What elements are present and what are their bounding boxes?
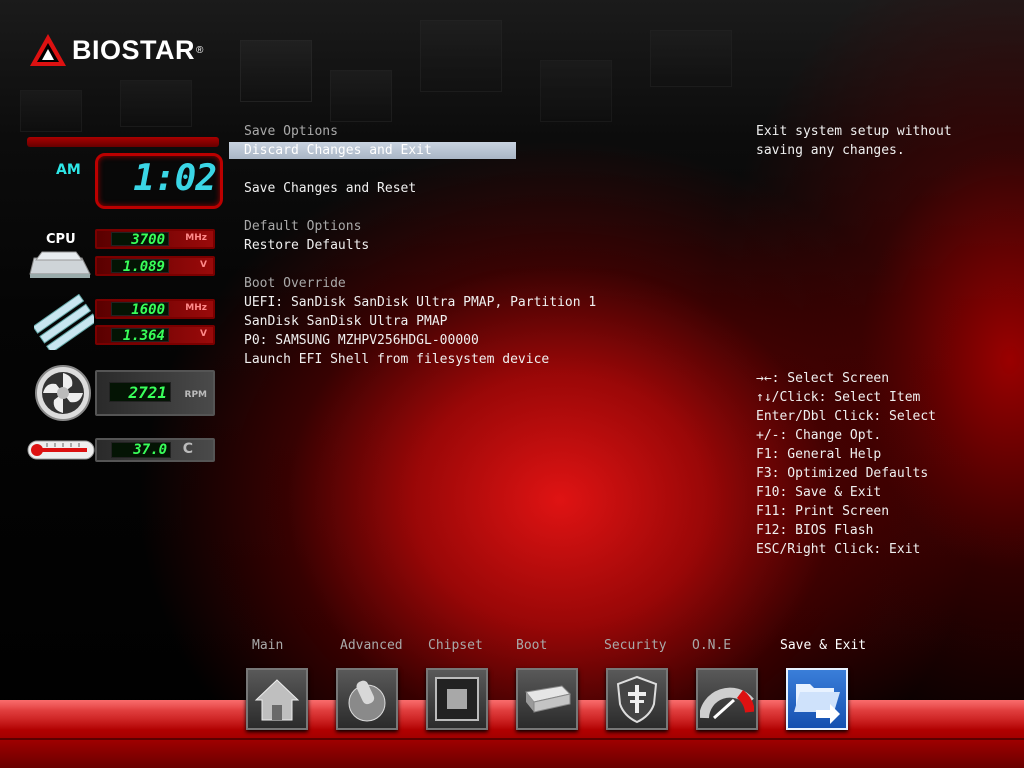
brand-name: BIOSTAR [72,34,195,65]
memory-modules-icon [32,293,98,354]
decorative-block [540,60,612,122]
restore-defaults-item[interactable]: Restore Defaults [244,236,369,255]
floor-line [0,738,1024,740]
discard-changes-and-exit-label: Discard Changes and Exit [244,143,432,158]
key-hint: →←: Select Screen [756,371,890,386]
biostar-logo-icon [28,32,68,68]
monitor-header-bar [27,137,219,147]
save-changes-and-reset-item[interactable]: Save Changes and Reset [244,179,416,198]
fan-speed-display: 2721 RPM [95,370,215,416]
discard-changes-and-exit-item[interactable]: Discard Changes and Exit [229,142,516,159]
chip-icon [435,677,479,721]
memory-voltage-unit: V [200,329,207,339]
clock-ampm: AM [56,162,81,178]
tab-main[interactable] [246,668,308,730]
key-hint: ESC/Right Click: Exit [756,542,921,557]
temperature-unit: C [182,441,193,457]
key-hint: ↑↓/Click: Select Item [756,390,921,405]
cpu-frequency-value: 3700 [111,232,169,247]
shield-icon [616,675,658,724]
key-hint: F3: Optimized Defaults [756,466,929,481]
memory-frequency-display: 1600 MHz [95,299,215,319]
fan-speed-unit: RPM [184,390,207,400]
tab-chipset-label[interactable]: Chipset [428,636,483,655]
speedometer-icon [700,687,754,720]
tab-boot[interactable] [516,668,578,730]
tab-boot-label[interactable]: Boot [516,636,547,655]
folder-exit-icon [794,684,840,724]
key-hint: F11: Print Screen [756,504,890,519]
decorative-block [330,70,392,122]
tab-security-label[interactable]: Security [604,636,667,655]
tab-advanced-label[interactable]: Advanced [340,636,403,655]
tab-save-exit[interactable] [786,668,848,730]
help-description: Exit system setup without [756,124,952,139]
cpu-voltage-display: 1.089 V [95,256,215,276]
home-icon [254,679,300,721]
help-description: saving any changes. [756,143,905,158]
tab-advanced[interactable] [336,668,398,730]
key-hint: F1: General Help [756,447,882,462]
boot-override-item[interactable]: P0: SAMSUNG MZHPV256HDGL-00000 [244,331,479,350]
save-options-header: Save Options [244,124,338,139]
drive-icon [525,685,571,713]
key-hint: F12: BIOS Flash [756,523,874,538]
cpu-frequency-unit: MHz [185,233,207,243]
decorative-block [20,90,82,132]
key-hint: +/-: Change Opt. [756,428,882,443]
toggle-switch-icon [348,680,386,722]
fan-speed-value: 2721 [109,382,171,402]
default-options-header: Default Options [244,219,362,234]
fan-icon [34,364,92,426]
clock-display: 1:02 [95,153,223,209]
biostar-logo: BIOSTAR ® [28,30,203,70]
clock-time: 1:02 [133,158,217,199]
boot-override-item[interactable]: UEFI: SanDisk SanDisk Ultra PMAP, Partit… [244,293,596,312]
key-hint: F10: Save & Exit [756,485,882,500]
decorative-block [650,30,732,87]
temperature-display: 37.0 C [95,438,215,462]
trademark-symbol: ® [196,44,204,56]
cpu-frequency-display: 3700 MHz [95,229,215,249]
boot-override-header: Boot Override [244,276,346,291]
temperature-value: 37.0 [111,442,171,458]
memory-voltage-value: 1.364 [111,328,169,343]
memory-frequency-unit: MHz [185,303,207,313]
launch-efi-shell-item[interactable]: Launch EFI Shell from filesystem device [244,350,549,369]
tab-security[interactable] [606,668,668,730]
tab-one[interactable] [696,668,758,730]
memory-frequency-value: 1600 [111,302,169,317]
thermometer-icon [27,438,95,466]
cpu-voltage-value: 1.089 [111,259,169,274]
tab-save-exit-label[interactable]: Save & Exit [780,636,866,655]
cpu-chip-icon [28,248,92,284]
cpu-label: CPU [46,232,76,247]
key-hint: Enter/Dbl Click: Select [756,409,937,424]
cpu-voltage-unit: V [200,260,207,270]
decorative-block [240,40,312,102]
tab-chipset[interactable] [426,668,488,730]
tab-main-label[interactable]: Main [252,636,283,655]
floor-highlight [0,700,1024,730]
tab-one-label[interactable]: O.N.E [692,636,731,655]
memory-voltage-display: 1.364 V [95,325,215,345]
decorative-block [420,20,502,92]
boot-override-item[interactable]: SanDisk SanDisk Ultra PMAP [244,312,448,331]
decorative-block [120,80,192,127]
